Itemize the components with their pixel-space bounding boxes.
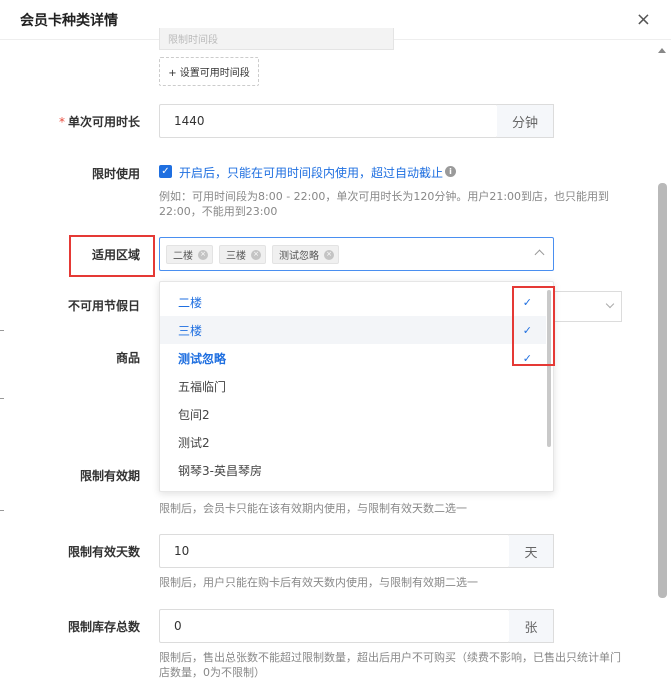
time-slot-value: 限制时间段: [159, 28, 394, 50]
member-card-detail-dialog: 会员卡种类详情 × 限制时间段 + 设置可用时间段 * 单次可用时长 1440 分…: [0, 0, 671, 680]
goods-label: 商品: [115, 351, 140, 365]
time-limit-hint-1: 例如：可用时间段为8:00 - 22:00，单次可用时长为120分钟。用户21:…: [159, 190, 610, 203]
time-limit-hint-2: 22:00，不能用到23:00: [159, 205, 278, 218]
area-tag-label: 二楼: [173, 251, 193, 262]
dropdown-option-label: 二楼: [178, 295, 203, 310]
dropdown-option[interactable]: 测试忽略 ✓: [160, 344, 546, 372]
stock-unit: 张: [509, 609, 554, 643]
stock-label: 限制库存总数: [67, 620, 140, 634]
info-icon[interactable]: i: [445, 166, 456, 177]
area-select[interactable]: 二楼 × 三楼 × 测试忽略 ×: [159, 237, 554, 271]
annotation-box-checks: [512, 286, 555, 366]
left-edge: [0, 0, 6, 680]
stock-hint-2: 店数量，0为不限制）: [159, 666, 265, 679]
scroll-up-icon[interactable]: [658, 48, 666, 53]
dropdown-option[interactable]: 五福临门: [160, 372, 546, 400]
valid-days-label: 限制有效天数: [67, 545, 140, 559]
single-duration-input[interactable]: 1440: [159, 104, 498, 138]
tag-close-icon[interactable]: ×: [324, 249, 334, 260]
edge-mark: [0, 510, 4, 511]
single-duration-label-text: 单次可用时长: [67, 115, 140, 129]
tag-close-icon[interactable]: ×: [251, 249, 261, 260]
dropdown-option[interactable]: 三楼 ✓: [160, 316, 546, 344]
add-time-slot-button[interactable]: + 设置可用时间段: [159, 57, 259, 86]
validity-label: 限制有效期: [79, 469, 140, 483]
time-limit-check-text[interactable]: 开启后，只能在可用时间段内使用，超过自动截止: [179, 164, 443, 181]
area-tag-label: 三楼: [226, 251, 246, 262]
validity-hint: 限制后，会员卡只能在该有效期内使用，与限制有效天数二选一: [159, 502, 467, 515]
chevron-down-icon: [605, 299, 615, 309]
time-limit-checkbox[interactable]: ✓: [159, 165, 172, 178]
holiday-label: 不可用节假日: [67, 299, 140, 313]
area-tag: 三楼 ×: [219, 245, 266, 264]
required-mark: *: [58, 115, 65, 129]
dialog-title: 会员卡种类详情: [20, 12, 118, 29]
dropdown-option-label: 测试2: [178, 435, 210, 450]
area-tag: 测试忽略 ×: [272, 245, 339, 264]
dropdown-option[interactable]: 测试2: [160, 428, 546, 456]
dropdown-option-label: 包间2: [178, 407, 210, 422]
dialog-scrollbar[interactable]: [658, 183, 667, 598]
single-duration-label: * 单次可用时长: [59, 113, 140, 130]
dropdown-option[interactable]: 钢琴3-英昌琴房: [160, 456, 546, 484]
dropdown-option[interactable]: 包间2: [160, 400, 546, 428]
stock-hint-1: 限制后，售出总张数不能超过限制数量，超出后用户不可购买（续费不影响，已售出只统计…: [159, 651, 621, 664]
annotation-box-area-label: [69, 235, 155, 277]
valid-days-unit: 天: [509, 534, 554, 568]
time-limit-label: 限时使用: [91, 167, 140, 181]
edge-mark: [0, 330, 4, 331]
stock-input[interactable]: 0: [159, 609, 510, 643]
dropdown-option-label: 测试忽略: [178, 351, 227, 366]
single-duration-unit: 分钟: [497, 104, 554, 138]
dropdown-option-label: 五福临门: [178, 379, 227, 394]
close-icon[interactable]: ×: [636, 10, 651, 29]
area-dropdown: 二楼 ✓ 三楼 ✓ 测试忽略 ✓ 五福临门 包间2 测试2 钢琴3-英昌琴房: [159, 281, 554, 492]
dropdown-option-label: 钢琴3-英昌琴房: [178, 463, 262, 478]
edge-mark: [0, 398, 4, 399]
area-tag-label: 测试忽略: [279, 251, 319, 262]
valid-days-input[interactable]: 10: [159, 534, 510, 568]
valid-days-hint: 限制后，用户只能在购卡后有效天数内使用，与限制有效期二选一: [159, 576, 478, 589]
area-tag: 二楼 ×: [166, 245, 213, 264]
tag-close-icon[interactable]: ×: [198, 249, 208, 260]
holiday-select[interactable]: [555, 291, 622, 322]
dropdown-option-label: 三楼: [178, 323, 203, 338]
chevron-up-icon[interactable]: [534, 249, 545, 260]
dropdown-option[interactable]: 二楼 ✓: [160, 288, 546, 316]
